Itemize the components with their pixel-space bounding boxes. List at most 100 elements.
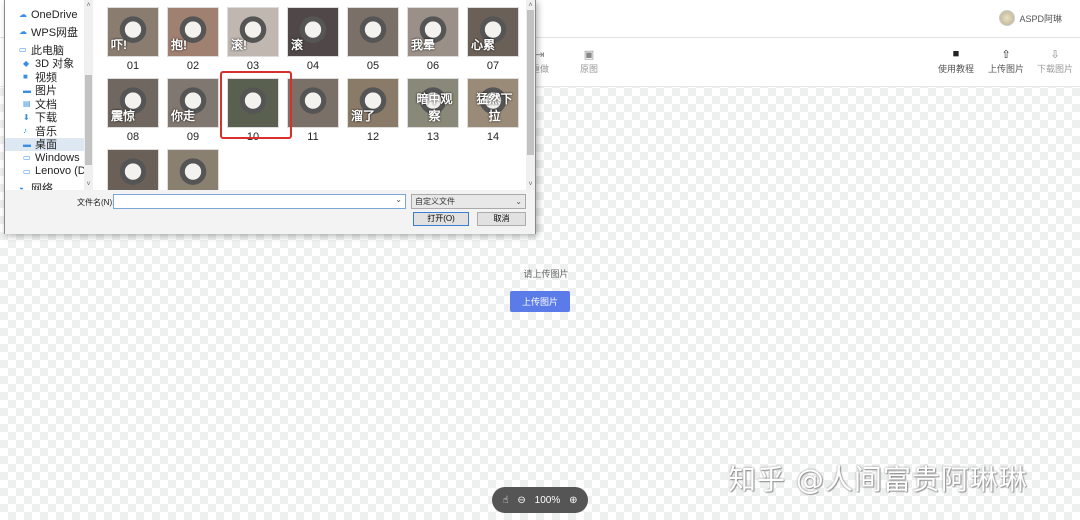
cube-icon: ◆ — [23, 58, 30, 68]
file-name: 06 — [426, 60, 440, 72]
tutorial-button[interactable]: ■ 使用教程 — [931, 48, 981, 75]
nav-label: Lenovo (D — [35, 165, 86, 178]
music-icon: ♪ — [23, 126, 27, 136]
upload-icon: ⇧ — [1001, 49, 1011, 61]
dialog-footer: 文件名(N): ⌄ 自定义文件 ⌄ 打开(O) 取消 — [5, 190, 535, 234]
thumbnail — [347, 7, 399, 57]
file-name: 02 — [186, 60, 200, 72]
file-item[interactable]: 滚! 03 — [226, 7, 280, 72]
file-name: 04 — [306, 60, 320, 72]
zoom-controls: ☝ ⊖ 100% ⊕ — [492, 487, 588, 513]
filename-label: 文件名(N): — [77, 198, 115, 207]
nav-label: 桌面 — [35, 139, 57, 152]
file-item[interactable]: 你走 09 — [166, 78, 220, 143]
nav-label: WPS网盘 — [31, 26, 79, 39]
file-item[interactable]: 我晕 06 — [406, 7, 460, 72]
download-image-button[interactable]: ⇩ 下载图片 — [1030, 48, 1080, 75]
nav-label: OneDrive — [31, 8, 78, 21]
cloud-icon: ☁ — [19, 27, 27, 36]
drive-icon: ▭ — [23, 166, 31, 176]
files-scrollbar[interactable]: ˄ ˅ — [526, 0, 535, 190]
video-icon: ■ — [23, 72, 28, 82]
thumbnail: 震惊 — [107, 78, 159, 128]
file-name: 09 — [186, 131, 200, 143]
thumbnail: 我晕 — [407, 7, 459, 57]
thumbnail — [287, 78, 339, 128]
zoom-in-icon[interactable]: ⊕ — [569, 495, 577, 506]
network-icon: ◒ — [19, 183, 24, 190]
file-type-select[interactable]: 自定义文件 ⌄ — [411, 194, 526, 209]
open-button[interactable]: 打开(O) — [413, 212, 469, 226]
image-icon: ▣ — [583, 49, 595, 61]
file-item[interactable]: 震惊 08 — [106, 78, 160, 143]
nav-pane: ☁ OneDrive ☁ WPS网盘 ▭ 此电脑 ◆ 3D 对象 ■ 视频 ▬ 图片 ▤ 文档 ⬇ 下载 ♪ 音乐… — [5, 0, 93, 190]
nav-scrollbar[interactable]: ˄ ˅ — [84, 0, 93, 190]
thumbnail: 滚 — [287, 7, 339, 57]
drive-icon: ▭ — [23, 153, 31, 163]
nav-label: 网络 — [31, 182, 53, 190]
file-name: 12 — [366, 131, 380, 143]
upload-button[interactable]: 上传图片 — [510, 291, 570, 312]
upload-image-button[interactable]: ⇧ 上传图片 — [981, 48, 1031, 75]
nav-item[interactable]: ☁ OneDrive — [5, 6, 93, 23]
book-icon: ■ — [952, 48, 960, 60]
file-item[interactable]: 心累 07 — [466, 7, 520, 72]
nav-item[interactable]: ▬ 桌面 — [5, 137, 93, 152]
nav-label: Windows — [35, 151, 80, 164]
chevron-down-icon: ⌄ — [515, 197, 522, 206]
file-name: 13 — [426, 131, 440, 143]
nav-item[interactable]: ☁ WPS网盘 — [5, 23, 93, 40]
original-image-button[interactable]: ▣ 原图 — [564, 48, 614, 75]
file-item[interactable]: 抱! 02 — [166, 7, 220, 72]
zoom-level: 100% — [534, 494, 561, 506]
download-icon: ⬇ — [23, 112, 30, 122]
file-item[interactable]: 吓! 01 — [106, 7, 160, 72]
thumbnail: 滚! — [227, 7, 279, 57]
document-icon: ▤ — [23, 99, 31, 109]
thumbnail: 抱! — [167, 7, 219, 57]
avatar — [999, 10, 1016, 26]
file-item[interactable]: 猛然下拉 14 — [466, 78, 520, 143]
file-item[interactable]: 暗中观察 13 — [406, 78, 460, 143]
thumbnail: 心累 — [467, 7, 519, 57]
file-item[interactable]: 滚 04 — [286, 7, 340, 72]
nav-item[interactable]: ◒ 网络 — [5, 181, 93, 190]
nav-item[interactable]: ▭ Lenovo (D — [5, 165, 93, 179]
user-name: ASPD阿琳 — [1019, 13, 1062, 24]
upload-hint: 请上传图片 — [523, 269, 569, 279]
thumbnail: 溜了 — [347, 78, 399, 128]
file-name: 11 — [307, 131, 319, 143]
file-item[interactable]: 溜了 12 — [346, 78, 400, 143]
watermark: 知乎 @人间富贵阿琳琳 — [728, 463, 1028, 496]
thumbnail — [107, 149, 159, 190]
filename-input[interactable]: ⌄ — [113, 194, 406, 209]
file-name: 01 — [126, 60, 140, 72]
thumbnail: 你走 — [167, 78, 219, 128]
thumbnail: 暗中观察 — [407, 78, 459, 128]
hand-icon[interactable]: ☝ — [502, 495, 508, 506]
cancel-button[interactable]: 取消 — [477, 212, 526, 226]
cloud-icon: ☁ — [19, 10, 27, 19]
picture-icon: ▬ — [23, 85, 31, 95]
file-name: 05 — [366, 60, 380, 72]
file-item[interactable]: 11 — [286, 78, 340, 143]
file-item[interactable]: 05 — [346, 7, 400, 72]
thumbnail: 吓! — [107, 7, 159, 57]
file-grid: 吓! 01 抱! 02 滚! 03 滚 04 05 我晕 06 心累 07 震惊 08 你走 09 10 11 溜了 1… — [97, 0, 527, 190]
chevron-down-icon[interactable]: ⌄ — [395, 195, 402, 204]
desktop-icon: ▬ — [23, 139, 31, 149]
file-name: 08 — [126, 131, 140, 143]
download-icon: ⇩ — [1050, 49, 1060, 61]
thumbnail — [167, 149, 219, 190]
file-item[interactable]: 16 — [166, 149, 220, 190]
file-open-dialog: ☁ OneDrive ☁ WPS网盘 ▭ 此电脑 ◆ 3D 对象 ■ 视频 ▬ 图片 ▤ 文档 ⬇ 下载 ♪ 音乐… — [4, 0, 536, 234]
computer-icon: ▭ — [19, 45, 27, 55]
file-name: 07 — [486, 60, 500, 72]
zoom-out-icon[interactable]: ⊖ — [517, 495, 525, 506]
user-menu[interactable]: ASPD阿琳 — [999, 10, 1062, 26]
thumbnail: 猛然下拉 — [467, 78, 519, 128]
selection-highlight — [220, 71, 292, 139]
file-item[interactable]: 15 — [106, 149, 160, 190]
file-name: 14 — [486, 131, 500, 143]
nav-item[interactable]: ▭ Windows — [5, 151, 93, 165]
